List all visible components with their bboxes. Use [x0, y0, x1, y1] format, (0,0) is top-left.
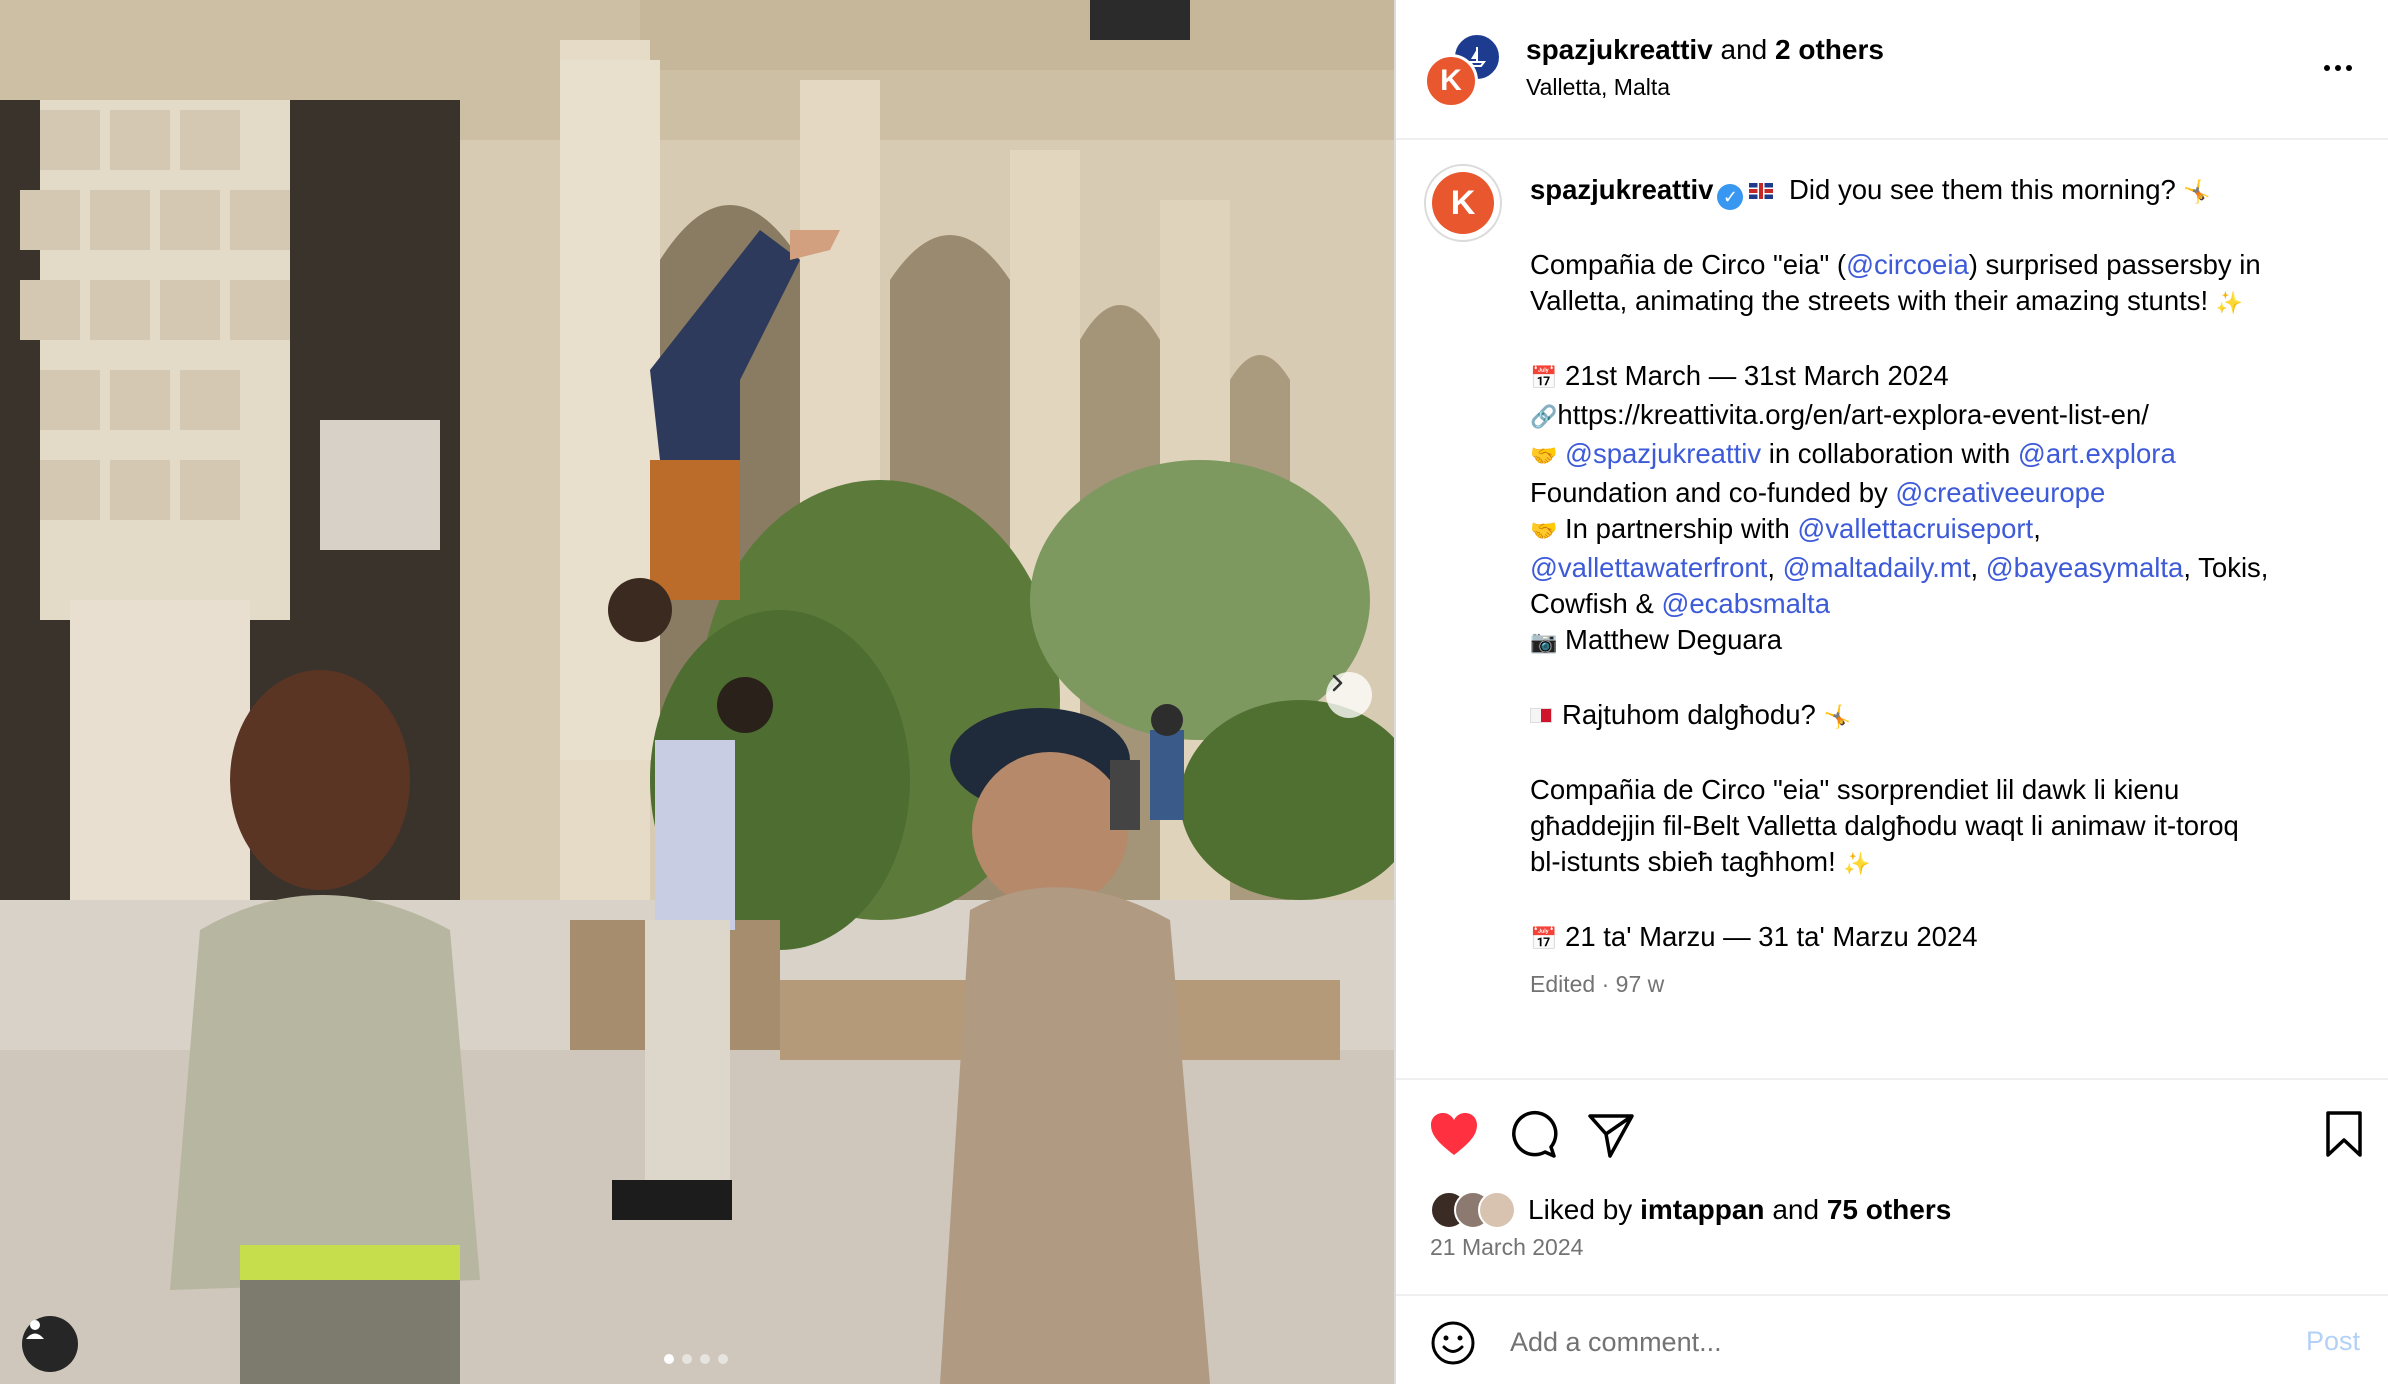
mention-link[interactable]: @vallettawaterfront	[1530, 552, 1767, 583]
caption-meta: Edited · 97 w	[1530, 971, 1665, 997]
mention-link[interactable]: @creativeeurope	[1895, 477, 2105, 508]
carousel-dot	[682, 1354, 692, 1364]
mention-link[interactable]: @bayeasymalta	[1986, 552, 2184, 583]
heart-icon	[1431, 1113, 1477, 1155]
other-authors-link[interactable]: 2 others	[1775, 34, 1884, 65]
uk-flag-icon	[1749, 183, 1774, 199]
avatar: K	[1424, 54, 1478, 108]
more-icon	[2324, 65, 2330, 71]
post-photo[interactable]	[0, 0, 1394, 1384]
mention-link[interactable]: @spazjukreattiv	[1565, 438, 1761, 469]
collab-avatars[interactable]: K	[1424, 32, 1504, 108]
likes-count-link[interactable]: 75 others	[1827, 1194, 1952, 1225]
post-date[interactable]: 21 March 2024	[1430, 1234, 1583, 1261]
handshake-icon: 🤝	[1530, 519, 1558, 544]
handshake-icon: 🤝	[1530, 444, 1558, 469]
liker-username[interactable]: imtappan	[1640, 1194, 1764, 1225]
user-tags-button[interactable]	[22, 1316, 78, 1372]
post-actions: Liked by imtappan and 75 others 21 March…	[1396, 1078, 2388, 1384]
emoji-icon	[1431, 1321, 1475, 1365]
author-username[interactable]: spazjukreattiv	[1526, 34, 1713, 65]
sparkle-icon: ✨	[1843, 852, 1871, 877]
event-link[interactable]: https://kreattivita.org/en/art-explora-e…	[1557, 399, 2149, 430]
mention-link[interactable]: @maltadaily.mt	[1783, 552, 1971, 583]
avatar: K	[1432, 172, 1494, 234]
post-header: K spazjukreattiv and 2 others Valletta, …	[1396, 0, 2388, 140]
post-comment-button[interactable]: Post	[2306, 1326, 2360, 1357]
carousel-dot	[700, 1354, 710, 1364]
mention-link[interactable]: @vallettacruiseport	[1797, 513, 2033, 544]
mention-link[interactable]: @ecabsmalta	[1661, 588, 1830, 619]
like-button[interactable]	[1428, 1110, 1480, 1163]
carousel-dot	[664, 1354, 674, 1364]
cartwheel-icon: 🤸	[2183, 180, 2211, 205]
post-authors[interactable]: spazjukreattiv and 2 others	[1526, 34, 1884, 66]
post-location[interactable]: Valletta, Malta	[1526, 74, 1670, 101]
post-caption: K spazjukreattiv ✓ Did you see them this …	[1396, 142, 2388, 1078]
bookmark-icon	[2326, 1111, 2362, 1157]
post-side-panel: K spazjukreattiv and 2 others Valletta, …	[1396, 0, 2388, 1384]
mention-link[interactable]: @art.explora	[2018, 438, 2176, 469]
calendar-icon: 📅	[1530, 366, 1558, 391]
user-tag-icon	[26, 1320, 44, 1339]
street-scene-illustration	[0, 0, 1394, 1384]
carousel-dot	[718, 1354, 728, 1364]
emoji-button[interactable]	[1430, 1320, 1476, 1371]
chevron-right-icon	[1332, 674, 1343, 692]
comment-button[interactable]	[1508, 1110, 1558, 1165]
comment-icon	[1512, 1110, 1558, 1158]
malta-flag-icon	[1530, 708, 1552, 723]
carousel-next-button[interactable]	[1326, 672, 1372, 718]
camera-icon: 📷	[1530, 630, 1558, 655]
caption-avatar[interactable]: K	[1424, 164, 1502, 242]
sparkle-icon: ✨	[2215, 291, 2244, 316]
likes-summary: Liked by imtappan and 75 others	[1430, 1190, 1951, 1230]
authors-connector: and	[1720, 34, 1768, 65]
caption-username[interactable]: spazjukreattiv	[1530, 174, 1713, 205]
caption-text: spazjukreattiv ✓ Did you see them this mo…	[1530, 172, 2360, 1002]
mention-link[interactable]: @circoeia	[1846, 249, 1969, 280]
carousel-indicator	[664, 1354, 728, 1364]
share-button[interactable]	[1586, 1110, 1636, 1165]
save-button[interactable]	[2324, 1110, 2364, 1163]
comment-composer: Post	[1396, 1294, 2388, 1384]
cartwheel-icon: 🤸	[1823, 705, 1851, 730]
liker-avatar	[1478, 1191, 1516, 1229]
more-options-button[interactable]	[2316, 50, 2360, 86]
share-icon	[1588, 1114, 1634, 1158]
link-icon: 🔗	[1530, 405, 1558, 430]
comment-input[interactable]	[1510, 1320, 2210, 1364]
instagram-post-view: K spazjukreattiv and 2 others Valletta, …	[0, 0, 2388, 1384]
verified-icon: ✓	[1717, 184, 1744, 210]
liked-by-text[interactable]: Liked by imtappan and 75 others	[1528, 1194, 1951, 1226]
calendar-icon: 📅	[1530, 927, 1558, 952]
